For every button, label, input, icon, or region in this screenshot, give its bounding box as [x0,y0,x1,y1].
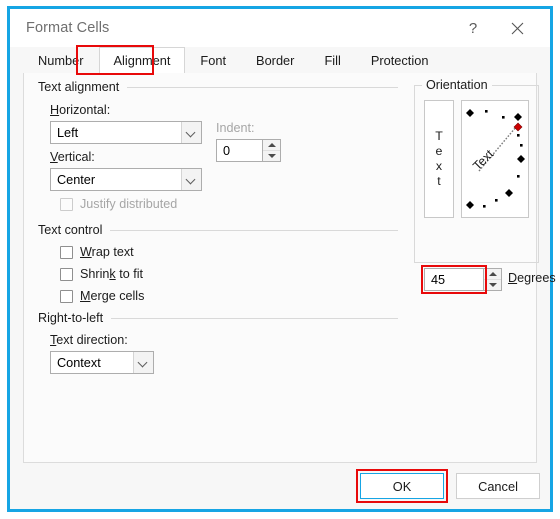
vertical-letter-x: x [435,159,443,173]
vertical-letter-e: e [435,144,443,158]
vertical-letter-t1: T [435,129,443,143]
spin-down-icon[interactable] [263,151,280,161]
right-to-left-group-header: Right-to-left [38,311,398,325]
tab-font[interactable]: Font [185,47,241,73]
tab-border[interactable]: Border [241,47,309,73]
checkbox-box [60,197,73,211]
horizontal-select[interactable]: Left [50,121,202,144]
spin-up-icon[interactable] [263,140,280,151]
indent-label: Indent: [216,121,255,135]
horizontal-value: Left [57,125,79,140]
spin-down-icon[interactable] [484,280,501,290]
text-alignment-group-label: Text alignment [38,80,120,94]
vertical-label: Vertical: [50,150,95,164]
dialog-footer: OK Cancel [10,463,550,509]
justify-distributed-checkbox[interactable]: Justify distributed [60,197,177,211]
svg-text:Text: Text [470,147,496,173]
degrees-value[interactable]: 45 [424,268,484,291]
chevron-down-icon[interactable] [133,352,153,373]
vertical-text-preview[interactable]: T e x t [424,100,454,218]
indent-spin-buttons[interactable] [263,139,281,162]
indent-value[interactable]: 0 [216,139,263,162]
checkbox-box [60,245,73,259]
ok-button[interactable]: OK [360,473,444,499]
vertical-select[interactable]: Center [50,168,202,191]
shrink-to-fit-checkbox[interactable]: Shrink to fit [60,267,143,281]
title-bar: Format Cells ? [10,9,550,47]
chevron-down-icon[interactable] [181,122,201,143]
checkbox-box [60,267,73,281]
group-rule [111,317,398,319]
alignment-panel: Text alignment Horizontal: Left Vertical… [23,73,556,463]
text-direction-select[interactable]: Context [50,351,154,374]
orientation-dial[interactable]: Text [461,100,529,218]
tab-number[interactable]: Number [23,47,99,73]
indent-stepper[interactable]: 0 [216,139,281,162]
merge-cells-checkbox[interactable]: Merge cells [60,289,144,303]
degrees-spin-buttons[interactable] [484,268,502,291]
group-rule [110,229,398,231]
shrink-to-fit-label: Shrink to fit [80,267,143,281]
cancel-button[interactable]: Cancel [456,473,540,499]
degrees-label: Degrees [508,271,556,285]
vertical-letter-t2: t [437,174,441,188]
tab-alignment[interactable]: Alignment [98,47,186,74]
orientation-group-label: Orientation [422,78,492,92]
help-icon[interactable]: ? [460,17,486,41]
merge-cells-label: Merge cells [80,289,145,303]
text-control-group-header: Text control [38,223,398,237]
tab-fill[interactable]: Fill [309,47,355,73]
text-direction-value: Context [57,355,101,370]
group-rule [127,86,398,88]
text-control-group-label: Text control [38,223,103,237]
tab-bar: Number Alignment Font Border Fill Protec… [10,45,550,75]
degrees-stepper[interactable]: 45 [424,268,502,291]
right-to-left-group-label: Right-to-left [38,311,104,325]
wrap-text-checkbox[interactable]: Wrap text [60,245,134,259]
horizontal-label: Horizontal: [50,103,111,117]
justify-distributed-label: Justify distributed [80,197,178,211]
dialog-title: Format Cells [26,20,110,36]
text-alignment-group-header: Text alignment [38,80,398,94]
wrap-text-label: Wrap text [80,245,134,259]
chevron-down-icon[interactable] [181,169,201,190]
checkbox-box [60,289,73,303]
spin-up-icon[interactable] [484,269,501,280]
format-cells-dialog: Format Cells ? Number Alignment Font Bor… [7,6,556,512]
tab-protection[interactable]: Protection [356,47,444,73]
vertical-value: Center [57,172,96,187]
close-icon[interactable] [504,17,530,41]
text-direction-label: Text direction: [50,333,128,347]
